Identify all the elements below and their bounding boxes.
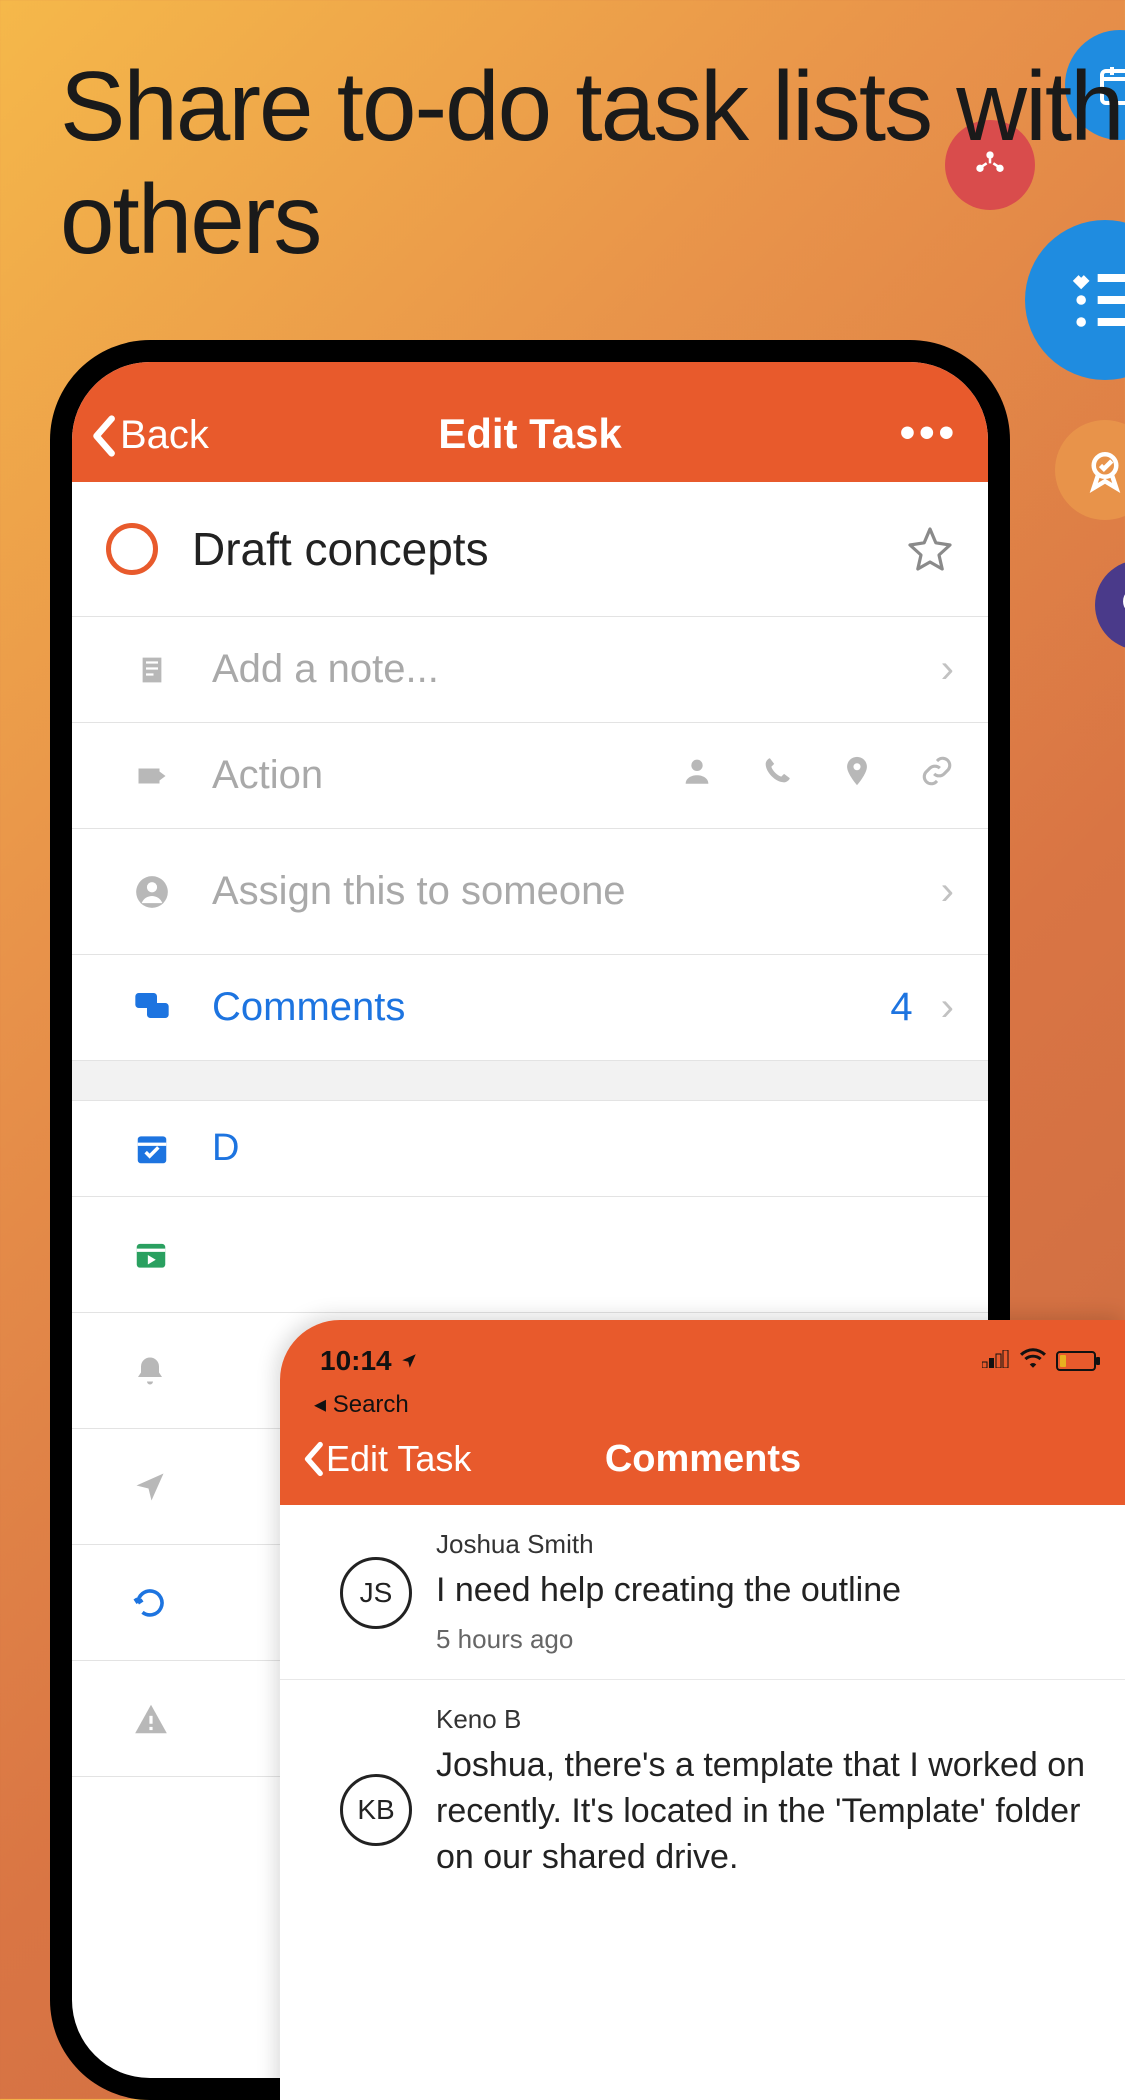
- signal-icon: [982, 1347, 1010, 1375]
- ribbon-bubble-icon: [1055, 420, 1125, 520]
- avatar: JS: [340, 1557, 412, 1629]
- wifi-icon: [1020, 1347, 1046, 1375]
- section-spacer: [72, 1060, 988, 1100]
- chevron-right-icon: ›: [941, 869, 954, 914]
- repeat-icon: [132, 1585, 168, 1621]
- back-to-edit-task-button[interactable]: Edit Task: [302, 1438, 471, 1480]
- task-complete-toggle[interactable]: [106, 523, 158, 575]
- chevron-right-icon: ›: [941, 647, 954, 692]
- status-time: 10:14: [320, 1345, 392, 1377]
- due-label-partial: D: [212, 1127, 239, 1170]
- comment-item: KB Keno B Joshua, there's a template tha…: [280, 1680, 1125, 1915]
- phone-frame-2: 10:14 ◂ Search Edit Task Comments JS Jos…: [280, 1320, 1125, 2100]
- back-label: Back: [120, 413, 209, 458]
- star-icon[interactable]: [906, 525, 954, 573]
- chevron-left-icon: [302, 1441, 324, 1477]
- assign-row[interactable]: Assign this to someone ›: [72, 828, 988, 954]
- assign-label: Assign this to someone: [212, 869, 941, 914]
- back-label: Edit Task: [326, 1438, 471, 1480]
- breadcrumb-search[interactable]: ◂ Search: [280, 1390, 1125, 1425]
- bell-icon: [132, 1353, 168, 1389]
- start-date-row[interactable]: [72, 1197, 988, 1313]
- comment-text: I need help creating the outline: [436, 1568, 1096, 1614]
- comments-count: 4: [890, 985, 912, 1030]
- comment-text: Joshua, there's a template that I worked…: [436, 1743, 1096, 1881]
- task-title-row: Draft concepts: [72, 482, 988, 616]
- location-services-icon: [400, 1352, 418, 1370]
- comment-author: Joshua Smith: [436, 1529, 1096, 1560]
- battery-icon: [1056, 1351, 1096, 1371]
- location-icon[interactable]: [840, 754, 874, 798]
- chevron-left-icon: [90, 414, 116, 458]
- navbar-title: Edit Task: [72, 410, 988, 458]
- add-note-row[interactable]: Add a note... ›: [72, 616, 988, 722]
- navbar-edit-task: Back Edit Task •••: [72, 362, 988, 482]
- status-bar: 10:14: [280, 1320, 1125, 1390]
- contact-icon[interactable]: [680, 754, 714, 798]
- phone-icon[interactable]: [760, 754, 794, 798]
- link-icon[interactable]: [920, 754, 954, 798]
- warning-icon: [132, 1700, 170, 1738]
- task-title[interactable]: Draft concepts: [192, 522, 906, 576]
- comments-row[interactable]: Comments 4 ›: [72, 954, 988, 1060]
- comment-item: JS Joshua Smith I need help creating the…: [280, 1505, 1125, 1680]
- add-note-label: Add a note...: [212, 647, 941, 692]
- note-icon: [132, 650, 172, 690]
- navbar-comments: Edit Task Comments: [280, 1425, 1125, 1505]
- comment-author: Keno B: [436, 1704, 1096, 1735]
- calendar-check-icon: [132, 1129, 172, 1169]
- back-button[interactable]: Back: [90, 413, 209, 458]
- avatar: KB: [340, 1774, 412, 1846]
- action-icon: [132, 756, 172, 796]
- assign-icon: [132, 872, 172, 912]
- search-bubble-icon: [1095, 560, 1125, 650]
- action-row[interactable]: Action: [72, 722, 988, 828]
- chevron-right-icon: ›: [941, 985, 954, 1030]
- more-button[interactable]: •••: [900, 408, 958, 458]
- start-date-icon: [132, 1236, 170, 1274]
- comment-time: 5 hours ago: [436, 1624, 1096, 1655]
- action-shortcut-icons: [680, 754, 954, 798]
- comments-label: Comments: [212, 985, 890, 1030]
- promo-headline: Share to-do task lists with others: [60, 50, 1125, 275]
- location-arrow-icon: [132, 1469, 168, 1505]
- action-label: Action: [212, 753, 680, 798]
- due-date-row[interactable]: D: [72, 1100, 988, 1196]
- comments-icon: [132, 988, 172, 1028]
